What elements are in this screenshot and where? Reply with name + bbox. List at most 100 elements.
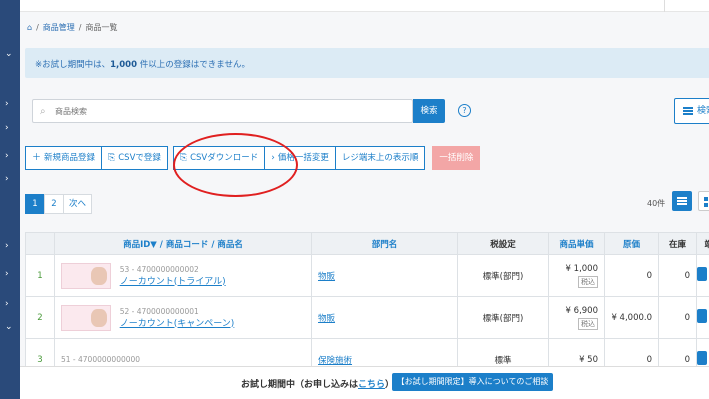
- result-count: 40件: [647, 199, 666, 208]
- new-product-button[interactable]: ＋新規商品登録: [25, 146, 103, 170]
- tax-cell: 標準(部門): [457, 296, 549, 339]
- product-code: 52 - 4700000000001: [119, 306, 199, 316]
- cost-cell: ¥ 4,000.0: [604, 296, 659, 339]
- row-number: 1: [25, 254, 55, 297]
- breadcrumb-separator: /: [36, 23, 39, 32]
- breadcrumb: ⌂ / 商品管理 / 商品一覧: [27, 22, 117, 33]
- search-button[interactable]: 検索: [413, 99, 445, 123]
- column-header-checkbox[interactable]: [25, 232, 55, 255]
- product-code: 51 - 4700000000000: [61, 354, 141, 364]
- cost-cell: 0: [604, 254, 659, 297]
- product-table: 商品ID▼ / 商品コード / 商品名 部門名 税設定 商品単価 原価 在庫 端…: [25, 232, 709, 381]
- grid-view-button[interactable]: [698, 191, 709, 211]
- terminal-toggle[interactable]: [697, 309, 707, 323]
- help-icon[interactable]: ?: [458, 104, 471, 117]
- chevron-right-icon[interactable]: ›: [5, 124, 9, 133]
- search-input[interactable]: [55, 104, 395, 118]
- consultation-button[interactable]: 【お試し期間限定】導入についてのご相談: [392, 373, 553, 391]
- register-display-order-button[interactable]: レジ端末上の表示順: [334, 146, 426, 170]
- apply-here-link[interactable]: こちら: [358, 380, 385, 390]
- chevron-down-icon[interactable]: ⌄: [5, 323, 13, 332]
- annotation-circle: [173, 133, 298, 197]
- account-button[interactable]: [664, 0, 709, 12]
- column-header-unit-price[interactable]: 商品単価: [548, 232, 605, 255]
- tax-included-badge: 税込: [578, 317, 598, 330]
- sidebar: ⌄ › › › › › › › ⌄: [0, 0, 20, 399]
- pagination: 1 2 次へ: [25, 194, 93, 214]
- upload-icon: ⎘: [108, 153, 116, 163]
- terminal-cell: [696, 296, 709, 339]
- price-value: ¥ 6,900: [565, 305, 598, 316]
- price-cell: ¥ 1,000 税込: [548, 254, 605, 297]
- chevron-right-icon[interactable]: ›: [5, 242, 9, 251]
- table-row: 2 52 - 4700000000001 ノーカウント(キャンペーン) 物販 標…: [25, 296, 709, 339]
- home-icon[interactable]: ⌂: [27, 23, 32, 32]
- price-value: ¥ 50: [579, 354, 598, 365]
- notice-text-prefix: ※お試し期間中は、: [35, 60, 111, 70]
- product-name-link[interactable]: ノーカウント(キャンペーン): [120, 316, 235, 329]
- menu-icon: [683, 107, 693, 115]
- page-1-button[interactable]: 1: [25, 194, 45, 214]
- column-header-tax: 税設定: [457, 232, 549, 255]
- dept-link[interactable]: 物販: [312, 272, 335, 282]
- chevron-right-icon[interactable]: ›: [5, 100, 9, 109]
- new-product-label: 新規商品登録: [44, 153, 96, 163]
- chevron-right-icon[interactable]: ›: [5, 152, 9, 161]
- notice-limit: 1,000: [110, 60, 138, 70]
- csv-register-label: CSVで登録: [118, 153, 161, 163]
- chevron-right-icon[interactable]: ›: [5, 175, 9, 184]
- column-header-stock: 在庫: [658, 232, 697, 255]
- breadcrumb-separator: /: [78, 23, 82, 32]
- product-name-link[interactable]: ノーカウント(トライアル): [120, 274, 226, 287]
- chevron-right-icon[interactable]: ›: [5, 270, 9, 279]
- breadcrumb-item-product-list: 商品一覧: [85, 23, 118, 32]
- dept-link[interactable]: 物販: [312, 314, 335, 324]
- detail-search-label: 検索: [697, 106, 709, 116]
- bulk-delete-label: 一括削除: [439, 153, 474, 163]
- product-cell: 52 - 4700000000001 ノーカウント(キャンペーン): [54, 296, 312, 339]
- detail-search-button[interactable]: 検索: [674, 98, 709, 124]
- product-code: 53 - 4700000000002: [119, 264, 199, 274]
- chevron-right-icon[interactable]: ›: [5, 300, 9, 309]
- tax-included-badge: 税込: [578, 275, 598, 288]
- stock-cell: 0: [658, 296, 697, 339]
- breadcrumb-item-product-management[interactable]: 商品管理: [43, 22, 75, 33]
- trial-notice: ※お試し期間中は、1,000 件以上の登録はできません。: [25, 48, 709, 78]
- top-bar: [20, 0, 709, 12]
- trial-footer-text: お試し期間中（お申し込みはこちら）: [241, 377, 394, 390]
- main-content: ⌂ / 商品管理 / 商品一覧 ※お試し期間中は、1,000 件以上の登録はでき…: [20, 12, 709, 399]
- dept-link[interactable]: 保険施術: [312, 356, 352, 366]
- stock-cell: 0: [658, 254, 697, 297]
- table-header-row: 商品ID▼ / 商品コード / 商品名 部門名 税設定 商品単価 原価 在庫 端…: [25, 232, 709, 255]
- dept-cell: 物販: [311, 296, 458, 339]
- notice-text-suffix: 件以上の登録はできません。: [139, 60, 250, 70]
- list-view-button[interactable]: [672, 191, 692, 211]
- trial-footer-bar: お試し期間中（お申し込みはこちら） 【お試し期間限定】導入についてのご相談: [20, 366, 709, 399]
- footer-text-prefix: お試し期間中（お申し込みは: [241, 380, 359, 390]
- dept-cell: 物販: [311, 254, 458, 297]
- row-number: 2: [25, 296, 55, 339]
- price-cell: ¥ 6,900 税込: [548, 296, 605, 339]
- search-icon: ⌕: [40, 106, 46, 117]
- search-box: ⌕: [32, 99, 413, 123]
- page-2-button[interactable]: 2: [44, 194, 64, 214]
- next-page-button[interactable]: 次へ: [63, 194, 93, 214]
- product-thumbnail: [61, 304, 111, 331]
- terminal-toggle[interactable]: [697, 351, 707, 365]
- csv-register-button[interactable]: ⎘ CSVで登録: [101, 146, 168, 170]
- plus-icon: ＋: [32, 153, 42, 163]
- product-cell: 53 - 4700000000002 ノーカウント(トライアル): [54, 254, 312, 297]
- chevron-down-icon[interactable]: ⌄: [5, 50, 13, 59]
- column-header-terminal: 端末: [696, 232, 709, 255]
- column-header-cost[interactable]: 原価: [604, 232, 659, 255]
- column-header-dept[interactable]: 部門名: [311, 232, 458, 255]
- price-value: ¥ 1,000: [565, 263, 598, 274]
- bulk-delete-button[interactable]: 一括削除: [432, 146, 481, 170]
- column-header-product[interactable]: 商品ID▼ / 商品コード / 商品名: [54, 232, 312, 255]
- register-display-label: レジ端末上の表示順: [341, 153, 419, 163]
- tax-cell: 標準(部門): [457, 254, 549, 297]
- terminal-toggle[interactable]: [697, 267, 707, 281]
- terminal-cell: [696, 254, 709, 297]
- product-thumbnail: [61, 262, 111, 289]
- table-row: 1 53 - 4700000000002 ノーカウント(トライアル) 物販 標準…: [25, 254, 709, 297]
